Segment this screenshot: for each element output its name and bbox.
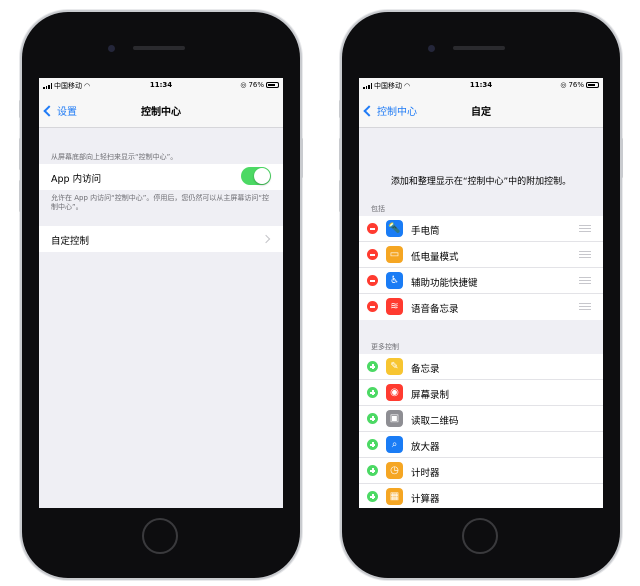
- calculator-icon: ▦: [386, 488, 403, 505]
- home-button[interactable]: [142, 518, 178, 554]
- app-access-row: App 内访问: [39, 164, 283, 190]
- customize-controls-label: 自定控制: [51, 236, 90, 247]
- add-control-button[interactable]: [367, 361, 378, 372]
- reorder-grip-icon[interactable]: [579, 303, 591, 310]
- add-control-button[interactable]: [367, 465, 378, 476]
- remove-control-button[interactable]: [367, 249, 378, 260]
- earpiece-speaker: [133, 46, 185, 50]
- control-label: 辅助功能快捷键: [411, 278, 478, 289]
- control-label: 屏幕录制: [411, 390, 450, 401]
- included-control-row: ≋ 语音备忘录: [359, 294, 603, 320]
- battery-icon: [586, 82, 599, 88]
- control-label: 手电筒: [411, 226, 440, 237]
- control-label: 备忘录: [411, 364, 440, 375]
- left-screen: 中国移动 ◠ 11:34 ◎ 76% 设置 控制中心 从屏幕底部向上轻扫来显示“…: [39, 78, 283, 508]
- control-label: 放大器: [411, 442, 440, 453]
- include-section-header: 包括: [371, 205, 385, 213]
- control-label: 低电量模式: [411, 252, 459, 263]
- control-label: 读取二维码: [411, 416, 459, 427]
- status-bar: 中国移动 ◠ 11:34 ◎ 76%: [359, 78, 603, 93]
- volume-up-button: [339, 138, 342, 170]
- more-control-row: ◷ 计时器: [359, 458, 603, 484]
- power-button: [300, 138, 303, 178]
- mute-switch: [19, 100, 22, 118]
- volume-down-button: [339, 180, 342, 212]
- reorder-grip-icon[interactable]: [579, 251, 591, 258]
- qrcode-icon: ▣: [386, 410, 403, 427]
- more-controls-section-header: 更多控制: [371, 343, 399, 351]
- more-controls-list: ✎ 备忘录 ◉ 屏幕录制 ▣ 读取二维码 ⌕ 放大器 ◷ 计时器 ▦ 计算器: [359, 354, 603, 508]
- customize-controls-row[interactable]: 自定控制: [39, 226, 283, 252]
- app-access-description: 允许在 App 内访问“控制中心”。停用后，您仍然可以从主屏幕访问“控制中心”。: [51, 194, 270, 211]
- add-control-button[interactable]: [367, 439, 378, 450]
- orientation-lock-icon: ◎: [240, 81, 247, 89]
- more-control-row: ◉ 屏幕录制: [359, 380, 603, 406]
- battery-icon: ▭: [386, 246, 403, 263]
- customize-intro: 添加和整理显示在“控制中心”中的附加控制。: [390, 177, 572, 187]
- volume-down-button: [19, 180, 22, 212]
- more-control-row: ⌕ 放大器: [359, 432, 603, 458]
- access-group: App 内访问: [39, 164, 283, 190]
- included-control-row: 🔦 手电筒: [359, 216, 603, 242]
- add-control-button[interactable]: [367, 491, 378, 502]
- remove-control-button[interactable]: [367, 301, 378, 312]
- home-button[interactable]: [462, 518, 498, 554]
- orientation-lock-icon: ◎: [560, 81, 567, 89]
- flashlight-icon: 🔦: [386, 220, 403, 237]
- control-label: 语音备忘录: [411, 304, 459, 315]
- add-control-button[interactable]: [367, 387, 378, 398]
- control-label: 计算器: [411, 494, 440, 505]
- navigation-bar: 设置 控制中心: [39, 93, 283, 128]
- power-button: [620, 138, 623, 178]
- accessibility-icon: ♿: [386, 272, 403, 289]
- status-bar: 中国移动 ◠ 11:34 ◎ 76%: [39, 78, 283, 93]
- add-control-button[interactable]: [367, 413, 378, 424]
- volume-up-button: [19, 138, 22, 170]
- remove-control-button[interactable]: [367, 275, 378, 286]
- included-controls-list: 🔦 手电筒 ▭ 低电量模式 ♿ 辅助功能快捷键 ≋ 语音备忘录: [359, 216, 603, 320]
- included-control-row: ♿ 辅助功能快捷键: [359, 268, 603, 294]
- reorder-grip-icon[interactable]: [579, 225, 591, 232]
- left-phone-frame: 中国移动 ◠ 11:34 ◎ 76% 设置 控制中心 从屏幕底部向上轻扫来显示“…: [19, 12, 303, 578]
- waveform-icon: ≋: [386, 298, 403, 315]
- chevron-right-icon: [261, 234, 271, 244]
- reorder-grip-icon[interactable]: [579, 277, 591, 284]
- timer-icon: ◷: [386, 462, 403, 479]
- remove-control-button[interactable]: [367, 223, 378, 234]
- control-center-description: 从屏幕底部向上轻扫来显示“控制中心”。: [51, 153, 178, 161]
- navigation-bar: 控制中心 自定: [359, 93, 603, 128]
- record-icon: ◉: [386, 384, 403, 401]
- page-title: 控制中心: [141, 107, 181, 118]
- earpiece-speaker: [453, 46, 505, 50]
- battery-percent: 76%: [568, 81, 584, 89]
- customize-group: 自定控制: [39, 226, 283, 252]
- battery-percent: 76%: [248, 81, 264, 89]
- battery-icon: [266, 82, 279, 88]
- mute-switch: [339, 100, 342, 118]
- more-control-row: ▦ 计算器: [359, 484, 603, 508]
- app-access-label: App 内访问: [51, 174, 102, 185]
- front-camera: [108, 45, 115, 52]
- right-screen: 中国移动 ◠ 11:34 ◎ 76% 控制中心 自定 添加和整理显示在“控制中心…: [359, 78, 603, 508]
- control-label: 计时器: [411, 468, 440, 479]
- more-control-row: ▣ 读取二维码: [359, 406, 603, 432]
- included-control-row: ▭ 低电量模式: [359, 242, 603, 268]
- more-control-row: ✎ 备忘录: [359, 354, 603, 380]
- app-access-toggle[interactable]: [241, 167, 271, 185]
- notes-icon: ✎: [386, 358, 403, 375]
- front-camera: [428, 45, 435, 52]
- right-phone-frame: 中国移动 ◠ 11:34 ◎ 76% 控制中心 自定 添加和整理显示在“控制中心…: [339, 12, 623, 578]
- page-title: 自定: [471, 107, 491, 118]
- magnifier-icon: ⌕: [386, 436, 403, 453]
